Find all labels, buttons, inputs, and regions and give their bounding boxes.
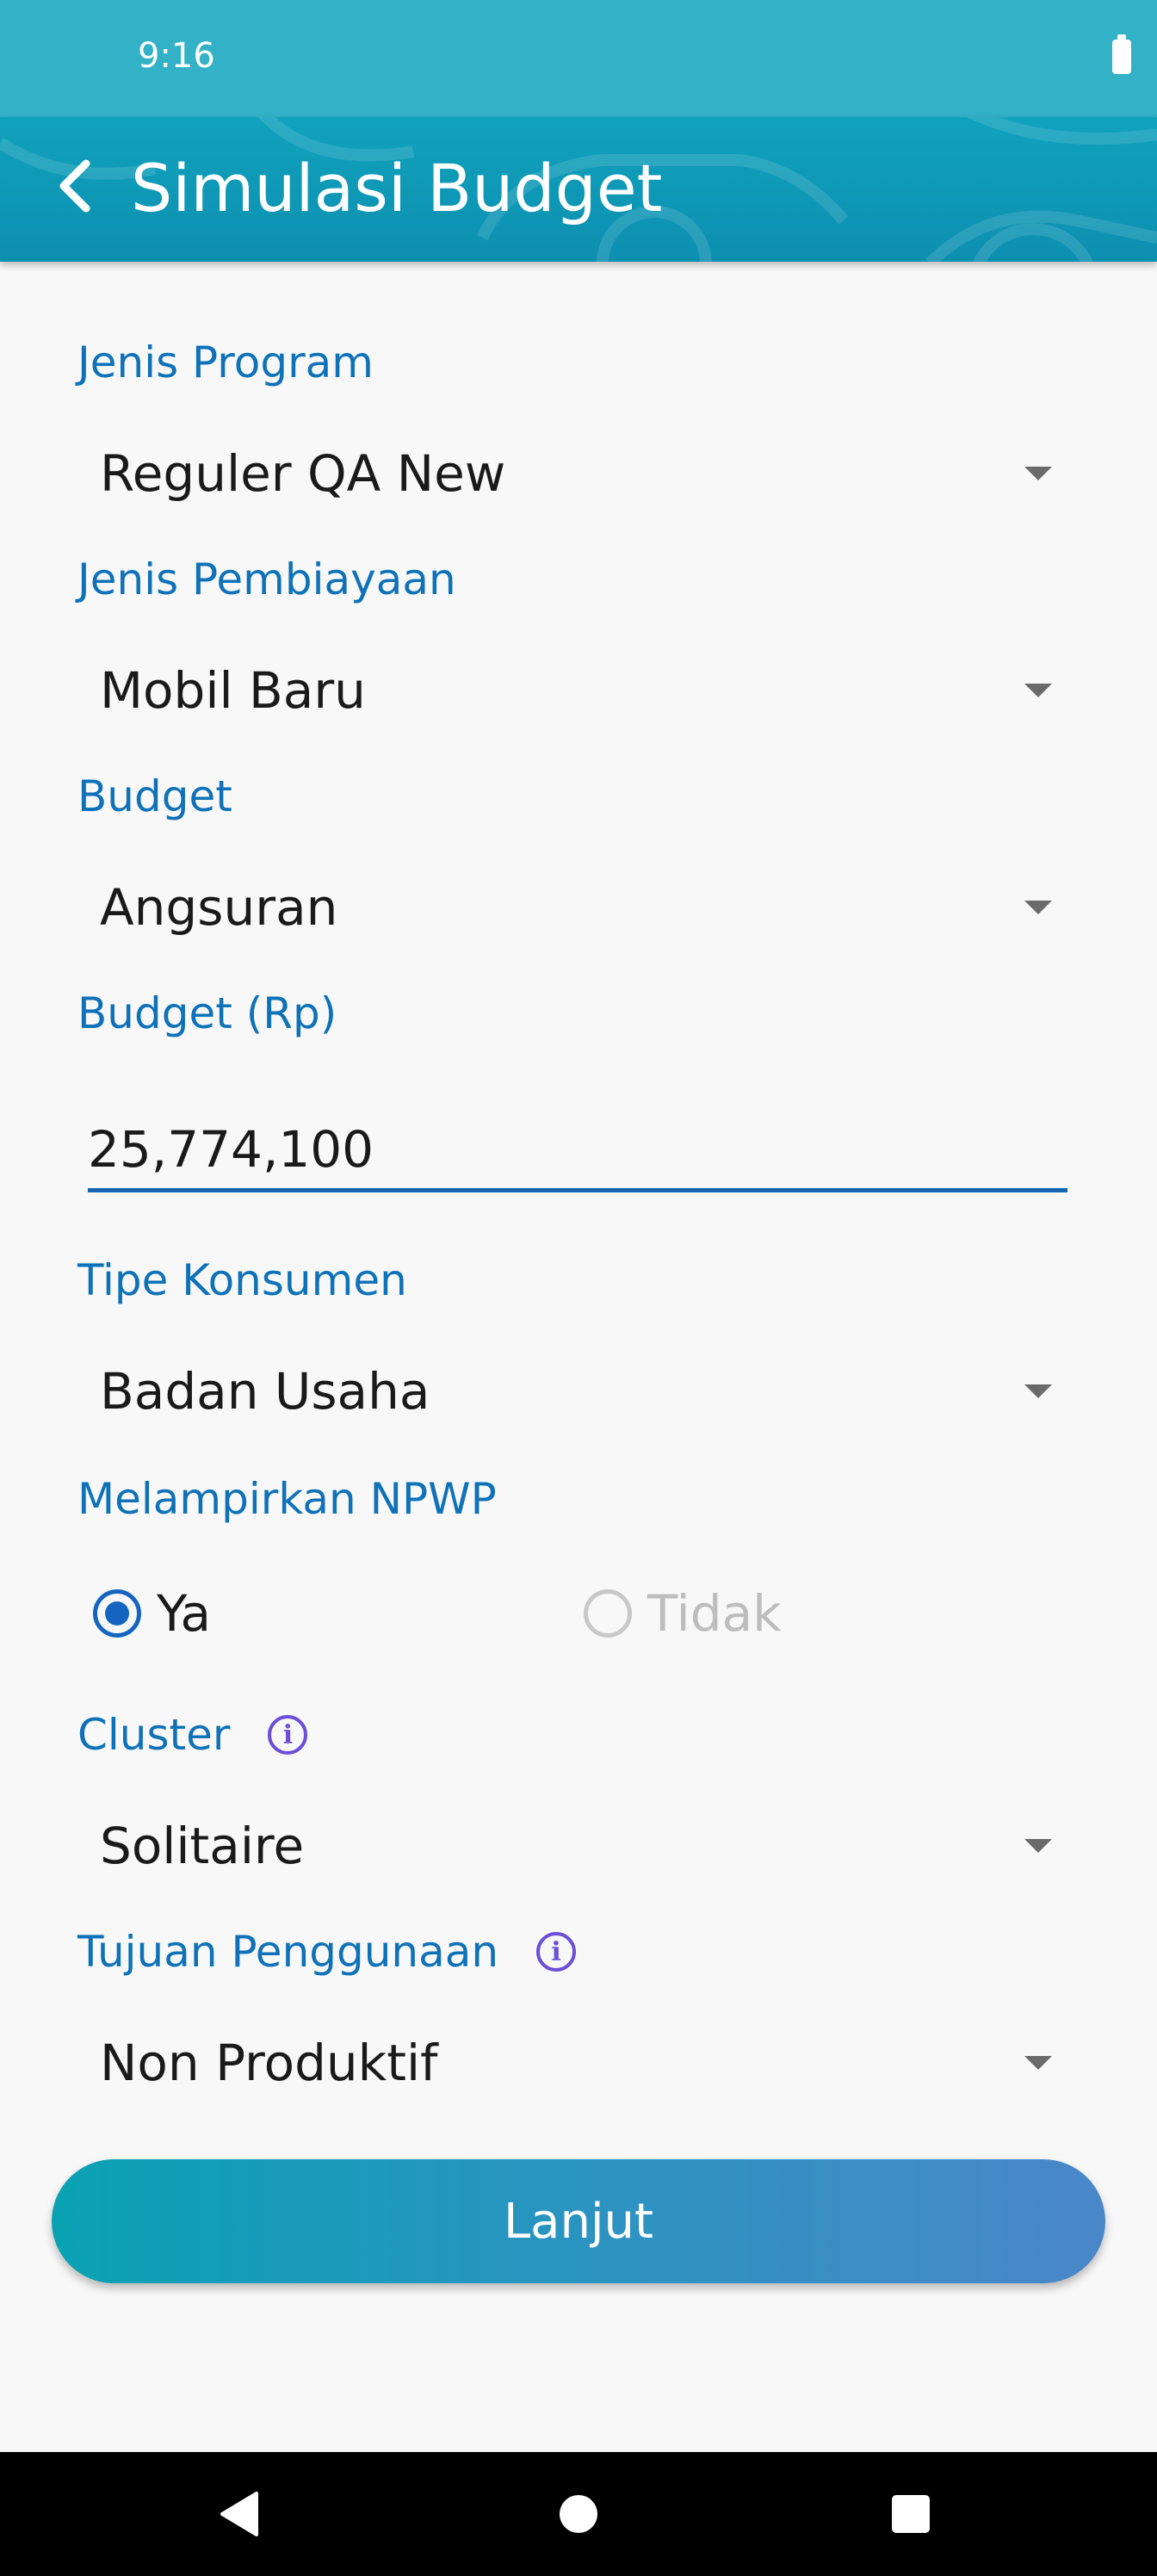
- jenis-pembiayaan-value: Mobil Baru: [100, 661, 366, 720]
- dropdown-caret-icon: [1024, 684, 1052, 697]
- dropdown-caret-icon: [1024, 901, 1052, 914]
- cluster-dropdown[interactable]: Solitaire: [77, 1794, 1076, 1898]
- back-triangle-icon: [220, 2492, 258, 2536]
- dropdown-caret-icon: [1024, 1384, 1052, 1398]
- info-icon[interactable]: i: [268, 1715, 308, 1755]
- radio-tidak-label: Tidak: [647, 1584, 782, 1643]
- lanjut-button-label: Lanjut: [503, 2193, 653, 2250]
- tipe-konsumen-label: Tipe Konsumen: [77, 1255, 407, 1305]
- nav-home-button[interactable]: [544, 2480, 613, 2548]
- battery-icon: [1112, 34, 1131, 74]
- tujuan-label-row: Tujuan Penggunaan i: [77, 1927, 577, 1977]
- radio-tidak[interactable]: Tidak: [584, 1584, 782, 1643]
- dropdown-caret-icon: [1024, 2056, 1052, 2070]
- lanjut-button[interactable]: Lanjut: [52, 2159, 1105, 2283]
- cluster-label: Cluster: [77, 1710, 231, 1760]
- radio-checked-icon: [93, 1589, 141, 1638]
- radio-ya[interactable]: Ya: [93, 1584, 211, 1643]
- system-nav-bar: [0, 2452, 1157, 2576]
- npwp-radio-group: Ya Tidak: [0, 1584, 1157, 1653]
- dropdown-caret-icon: [1024, 1839, 1052, 1853]
- jenis-program-dropdown[interactable]: Reguler QA New: [77, 422, 1076, 525]
- status-time: 9:16: [138, 36, 215, 76]
- dropdown-caret-icon: [1024, 467, 1052, 480]
- jenis-pembiayaan-label: Jenis Pembiayaan: [77, 554, 456, 604]
- tipe-konsumen-dropdown[interactable]: Badan Usaha: [77, 1340, 1076, 1443]
- nav-back-button[interactable]: [205, 2480, 274, 2548]
- home-circle-icon: [560, 2495, 597, 2533]
- radio-ya-label: Ya: [157, 1584, 211, 1643]
- tipe-konsumen-value: Badan Usaha: [100, 1362, 430, 1421]
- page-title: Simulasi Budget: [131, 150, 663, 226]
- tujuan-value: Non Produktif: [100, 2034, 438, 2092]
- nav-recents-button[interactable]: [876, 2480, 945, 2548]
- cluster-value: Solitaire: [100, 1817, 305, 1875]
- tujuan-dropdown[interactable]: Non Produktif: [77, 2011, 1076, 2115]
- budget-rp-label: Budget (Rp): [77, 988, 337, 1038]
- budget-rp-input[interactable]: [88, 1111, 1067, 1188]
- recents-square-icon: [892, 2495, 930, 2533]
- radio-unchecked-icon: [584, 1589, 632, 1638]
- app-bar: Simulasi Budget: [0, 117, 1157, 262]
- budget-dropdown[interactable]: Angsuran: [77, 856, 1076, 959]
- budget-rp-field[interactable]: [88, 1111, 1067, 1192]
- cluster-label-row: Cluster i: [77, 1710, 308, 1760]
- npwp-label: Melampirkan NPWP: [77, 1474, 497, 1524]
- budget-value: Angsuran: [100, 878, 338, 937]
- jenis-program-value: Reguler QA New: [100, 444, 506, 503]
- budget-label: Budget: [77, 771, 232, 821]
- jenis-program-label: Jenis Program: [77, 337, 374, 387]
- status-bar: 9:16: [0, 0, 1157, 117]
- chevron-left-icon: [59, 159, 90, 213]
- jenis-pembiayaan-dropdown[interactable]: Mobil Baru: [77, 639, 1076, 742]
- back-button[interactable]: [41, 152, 110, 220]
- tujuan-label: Tujuan Penggunaan: [77, 1927, 499, 1977]
- info-icon[interactable]: i: [536, 1932, 577, 1972]
